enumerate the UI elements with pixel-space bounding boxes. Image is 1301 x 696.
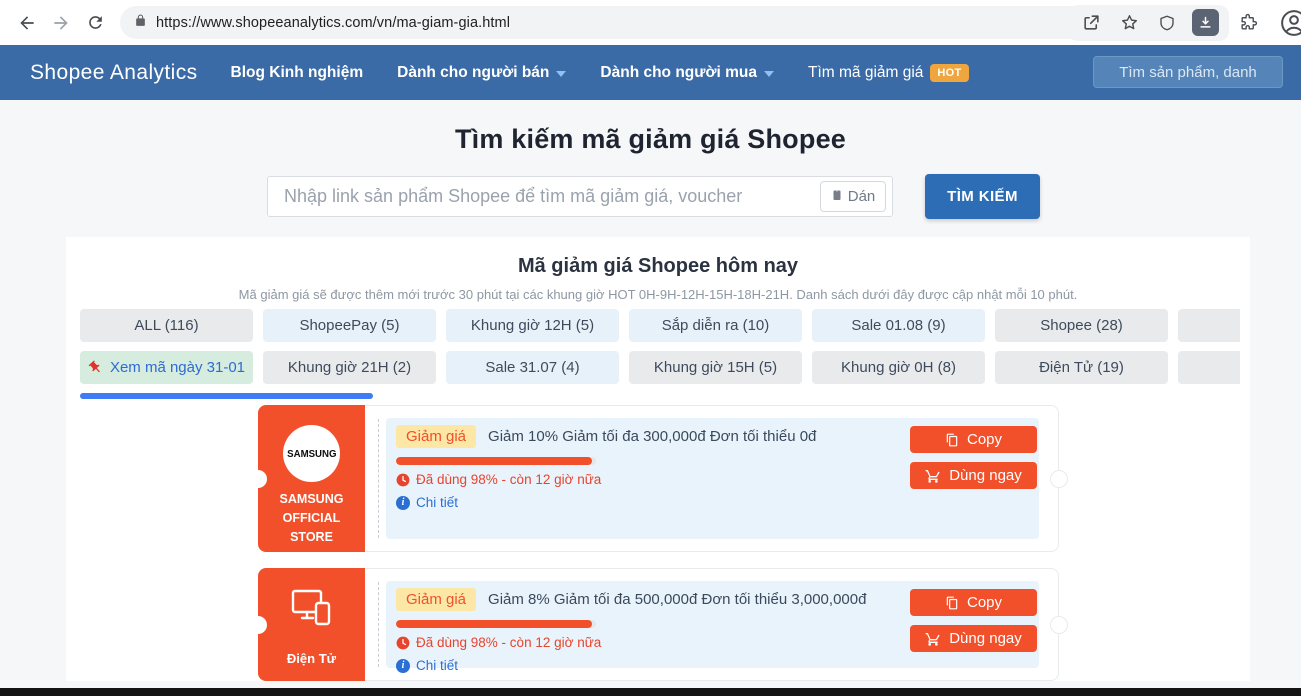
chevron-down-icon bbox=[556, 70, 567, 77]
filter-khung-gio-21h[interactable]: Khung giờ 21H (2) bbox=[263, 351, 436, 384]
cart-icon bbox=[925, 631, 941, 647]
coupon-card: SAMSUNG SAMSUNG OFFICIAL STORE Giảm giá … bbox=[249, 405, 1068, 552]
info-icon: i bbox=[396, 658, 410, 673]
bookmark-star-icon[interactable] bbox=[1110, 6, 1148, 40]
devices-icon bbox=[288, 586, 336, 637]
copy-icon bbox=[945, 433, 959, 447]
filter-sale-31-07[interactable]: Sale 31.07 (4) bbox=[446, 351, 619, 384]
coupon-section: Mã giảm giá Shopee hôm nay Mã giảm giá s… bbox=[66, 237, 1250, 681]
search-button[interactable]: TÌM KIẾM bbox=[925, 174, 1040, 219]
clock-icon bbox=[396, 473, 410, 487]
copy-button[interactable]: Copy bbox=[910, 426, 1037, 453]
coupon-title: Giảm 8% Giảm tối đa 500,000đ Đơn tối thi… bbox=[488, 591, 867, 608]
discount-badge: Giảm giá bbox=[396, 588, 477, 611]
page-bottom-strip bbox=[0, 688, 1301, 696]
address-bar[interactable]: https://www.shopeeanalytics.com/vn/ma-gi… bbox=[120, 6, 1088, 39]
discount-badge: Giảm giá bbox=[396, 425, 477, 448]
coupon-card: Điện Tử Giảm giá Giảm 8% Giảm tối đa 500… bbox=[249, 568, 1068, 681]
download-icon[interactable] bbox=[1192, 9, 1219, 36]
clock-icon bbox=[396, 636, 410, 650]
active-tab-indicator bbox=[80, 393, 373, 399]
use-now-button[interactable]: Dùng ngay bbox=[910, 462, 1037, 489]
filter-clipped[interactable]: M bbox=[1178, 351, 1240, 384]
usage-progress-bar bbox=[396, 620, 596, 628]
profile-avatar[interactable] bbox=[1279, 8, 1301, 38]
filter-dien-tu[interactable]: Điện Tử (19) bbox=[995, 351, 1168, 384]
filter-khung-gio-15h[interactable]: Khung giờ 15H (5) bbox=[629, 351, 802, 384]
nav-search-input[interactable] bbox=[1093, 56, 1283, 88]
hot-badge: HOT bbox=[930, 63, 969, 82]
section-title: Mã giảm giá Shopee hôm nay bbox=[517, 255, 799, 277]
clipboard-icon bbox=[831, 188, 843, 206]
site-logo[interactable]: Shopee Analytics bbox=[30, 61, 198, 85]
use-now-button[interactable]: Dùng ngay bbox=[910, 625, 1037, 652]
details-link[interactable]: i Chi tiết bbox=[396, 495, 1029, 510]
copy-button[interactable]: Copy bbox=[910, 589, 1037, 616]
site-navbar: Shopee Analytics Blog Kinh nghiệm Dành c… bbox=[0, 45, 1301, 100]
store-name: SAMSUNG OFFICIAL STORE bbox=[279, 492, 344, 544]
nav-buyer[interactable]: Dành cho người mua bbox=[600, 64, 774, 82]
chevron-down-icon bbox=[764, 70, 774, 77]
shield-icon[interactable] bbox=[1148, 6, 1186, 40]
ticket-perforation bbox=[378, 419, 379, 538]
pushpin-icon bbox=[88, 360, 103, 375]
cart-icon bbox=[925, 468, 941, 484]
coupon-title: Giảm 10% Giảm tối đa 300,000đ Đơn tối th… bbox=[488, 428, 817, 445]
paste-button[interactable]: Dán bbox=[820, 181, 886, 212]
copy-icon bbox=[945, 596, 959, 610]
forward-icon[interactable] bbox=[44, 6, 78, 40]
share-icon[interactable] bbox=[1072, 6, 1110, 40]
url-text: https://www.shopeeanalytics.com/vn/ma-gi… bbox=[156, 14, 511, 31]
section-subtitle: Mã giảm giá sẽ được thêm mới trước 30 ph… bbox=[238, 287, 1078, 302]
browser-chrome: https://www.shopeeanalytics.com/vn/ma-gi… bbox=[0, 0, 1301, 45]
details-link[interactable]: i Chi tiết bbox=[396, 658, 1029, 673]
filter-xem-ma-ngay[interactable]: Xem mã ngày 31-01 bbox=[80, 351, 253, 384]
usage-progress-bar bbox=[396, 457, 596, 465]
filter-khung-gio-12h[interactable]: Khung giờ 12H (5) bbox=[446, 309, 619, 342]
store-tile[interactable]: SAMSUNG SAMSUNG OFFICIAL STORE bbox=[249, 405, 365, 552]
filter-sap-dien-ra[interactable]: Sắp diễn ra (10) bbox=[629, 309, 802, 342]
filter-shopeepay[interactable]: ShopeePay (5) bbox=[263, 309, 436, 342]
filter-grid: ALL (116) ShopeePay (5) Khung giờ 12H (5… bbox=[80, 309, 1240, 385]
coupon-link-input[interactable] bbox=[267, 176, 893, 217]
reload-icon[interactable] bbox=[78, 6, 112, 40]
nav-coupon-finder[interactable]: Tìm mã giảm giá HOT bbox=[808, 63, 969, 82]
filter-sale-01-08[interactable]: Sale 01.08 (9) bbox=[812, 309, 985, 342]
extensions-icon[interactable] bbox=[1229, 6, 1267, 40]
nav-seller[interactable]: Dành cho người bán bbox=[397, 64, 567, 82]
store-logo: SAMSUNG bbox=[283, 425, 340, 482]
back-icon[interactable] bbox=[10, 6, 44, 40]
ticket-perforation bbox=[378, 582, 379, 667]
store-name: Điện Tử bbox=[286, 651, 337, 666]
nav-blog[interactable]: Blog Kinh nghiệm bbox=[231, 64, 364, 82]
lock-icon bbox=[134, 14, 147, 32]
page-title: Tìm kiếm mã giảm giá Shopee bbox=[454, 124, 847, 154]
filter-all[interactable]: ALL (116) bbox=[80, 309, 253, 342]
filter-khoe[interactable]: Khỏe bbox=[1178, 309, 1240, 342]
info-icon: i bbox=[396, 495, 410, 510]
filter-khung-gio-0h[interactable]: Khung giờ 0H (8) bbox=[812, 351, 985, 384]
filter-shopee[interactable]: Shopee (28) bbox=[995, 309, 1168, 342]
store-tile[interactable]: Điện Tử bbox=[249, 568, 365, 681]
